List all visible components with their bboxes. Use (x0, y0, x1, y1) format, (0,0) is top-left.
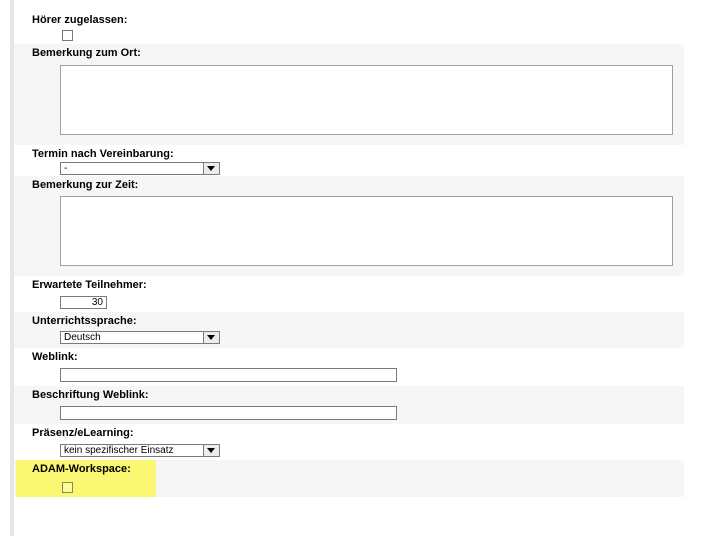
row-bemerkung-zeit: Bemerkung zur Zeit: (14, 176, 684, 276)
praesenz-select[interactable]: kein spezifischer Einsatz (60, 444, 220, 457)
adam-workspace-label: ADAM-Workspace: (32, 463, 131, 475)
sprache-label: Unterrichtssprache: (32, 315, 137, 327)
row-hoerer-zugelassen: Hörer zugelassen: (14, 11, 684, 44)
termin-select[interactable]: - (60, 162, 220, 175)
sprache-dropdown-button[interactable] (203, 332, 219, 343)
adam-workspace-checkbox[interactable] (62, 482, 73, 493)
praesenz-label: Präsenz/eLearning: (32, 427, 134, 439)
bemerkung-ort-label: Bemerkung zum Ort: (32, 47, 141, 59)
chevron-down-icon (207, 166, 215, 171)
praesenz-dropdown-button[interactable] (203, 445, 219, 456)
chevron-down-icon (207, 335, 215, 340)
bemerkung-ort-textarea[interactable] (60, 65, 673, 135)
row-weblink: Weblink: (14, 348, 684, 386)
beschriftung-weblink-input[interactable] (60, 406, 397, 420)
sprache-select[interactable]: Deutsch (60, 331, 220, 344)
row-beschriftung-weblink: Beschriftung Weblink: (14, 386, 684, 424)
row-adam-workspace: ADAM-Workspace: (14, 460, 684, 497)
course-details-form: Hörer zugelassen: Bemerkung zum Ort: Ter… (14, 11, 684, 497)
row-praesenz: Präsenz/eLearning: kein spezifischer Ein… (14, 424, 684, 460)
hoerer-zugelassen-label: Hörer zugelassen: (32, 14, 128, 26)
chevron-down-icon (207, 448, 215, 453)
bemerkung-zeit-textarea[interactable] (60, 196, 673, 266)
praesenz-selected-value: kein spezifischer Einsatz (64, 445, 174, 456)
termin-selected-value: - (64, 163, 68, 174)
row-bemerkung-ort: Bemerkung zum Ort: (14, 44, 684, 145)
sprache-selected-value: Deutsch (64, 332, 101, 343)
teilnehmer-label: Erwartete Teilnehmer: (32, 279, 147, 291)
hoerer-zugelassen-checkbox[interactable] (62, 30, 73, 41)
row-teilnehmer: Erwartete Teilnehmer: 30 (14, 276, 684, 312)
weblink-input[interactable] (60, 368, 397, 382)
teilnehmer-input[interactable]: 30 (60, 296, 107, 309)
termin-dropdown-button[interactable] (203, 163, 219, 174)
beschriftung-weblink-label: Beschriftung Weblink: (32, 389, 149, 401)
weblink-label: Weblink: (32, 351, 78, 363)
row-sprache: Unterrichtssprache: Deutsch (14, 312, 684, 348)
bemerkung-zeit-label: Bemerkung zur Zeit: (32, 179, 139, 191)
row-termin: Termin nach Vereinbarung: - (14, 145, 684, 176)
termin-label: Termin nach Vereinbarung: (32, 148, 174, 160)
